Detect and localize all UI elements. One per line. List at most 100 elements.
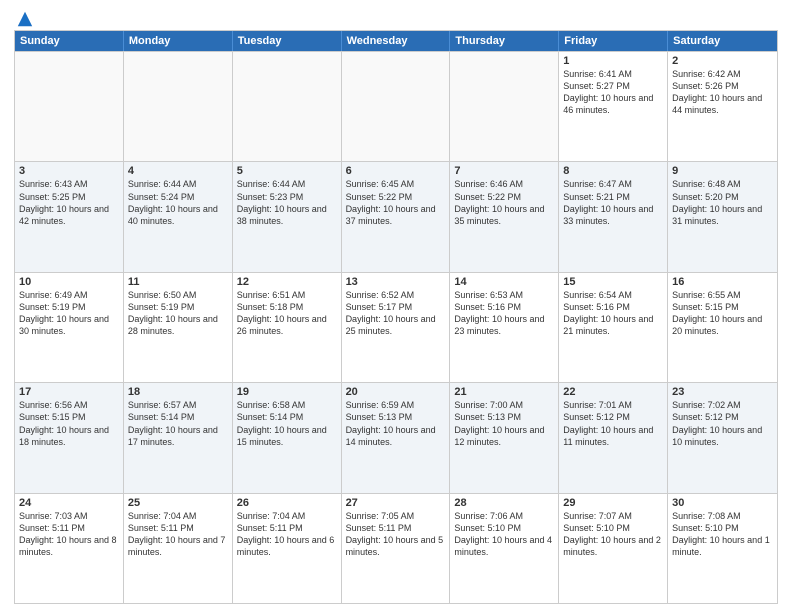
header-cell-thursday: Thursday bbox=[450, 31, 559, 51]
page: SundayMondayTuesdayWednesdayThursdayFrid… bbox=[0, 0, 792, 612]
day-number: 19 bbox=[237, 386, 337, 398]
day-number: 27 bbox=[346, 497, 446, 509]
calendar-cell: 17Sunrise: 6:56 AM Sunset: 5:15 PM Dayli… bbox=[15, 383, 124, 492]
calendar-row-2: 10Sunrise: 6:49 AM Sunset: 5:19 PM Dayli… bbox=[15, 272, 777, 382]
day-number: 6 bbox=[346, 165, 446, 177]
day-number: 5 bbox=[237, 165, 337, 177]
day-info: Sunrise: 6:57 AM Sunset: 5:14 PM Dayligh… bbox=[128, 399, 228, 448]
day-info: Sunrise: 6:58 AM Sunset: 5:14 PM Dayligh… bbox=[237, 399, 337, 448]
header bbox=[14, 10, 778, 24]
day-number: 12 bbox=[237, 276, 337, 288]
calendar-cell bbox=[342, 52, 451, 161]
calendar-cell: 7Sunrise: 6:46 AM Sunset: 5:22 PM Daylig… bbox=[450, 162, 559, 271]
day-number: 26 bbox=[237, 497, 337, 509]
day-info: Sunrise: 6:55 AM Sunset: 5:15 PM Dayligh… bbox=[672, 289, 773, 338]
header-cell-tuesday: Tuesday bbox=[233, 31, 342, 51]
calendar-cell: 30Sunrise: 7:08 AM Sunset: 5:10 PM Dayli… bbox=[668, 494, 777, 603]
day-info: Sunrise: 6:49 AM Sunset: 5:19 PM Dayligh… bbox=[19, 289, 119, 338]
logo bbox=[14, 10, 34, 24]
day-info: Sunrise: 6:41 AM Sunset: 5:27 PM Dayligh… bbox=[563, 68, 663, 117]
header-cell-monday: Monday bbox=[124, 31, 233, 51]
header-cell-wednesday: Wednesday bbox=[342, 31, 451, 51]
day-info: Sunrise: 7:01 AM Sunset: 5:12 PM Dayligh… bbox=[563, 399, 663, 448]
day-info: Sunrise: 7:02 AM Sunset: 5:12 PM Dayligh… bbox=[672, 399, 773, 448]
calendar-cell: 14Sunrise: 6:53 AM Sunset: 5:16 PM Dayli… bbox=[450, 273, 559, 382]
day-number: 3 bbox=[19, 165, 119, 177]
calendar: SundayMondayTuesdayWednesdayThursdayFrid… bbox=[14, 30, 778, 604]
day-info: Sunrise: 7:08 AM Sunset: 5:10 PM Dayligh… bbox=[672, 510, 773, 559]
day-number: 23 bbox=[672, 386, 773, 398]
day-info: Sunrise: 7:05 AM Sunset: 5:11 PM Dayligh… bbox=[346, 510, 446, 559]
calendar-row-0: 1Sunrise: 6:41 AM Sunset: 5:27 PM Daylig… bbox=[15, 51, 777, 161]
day-info: Sunrise: 6:54 AM Sunset: 5:16 PM Dayligh… bbox=[563, 289, 663, 338]
day-number: 9 bbox=[672, 165, 773, 177]
calendar-cell: 11Sunrise: 6:50 AM Sunset: 5:19 PM Dayli… bbox=[124, 273, 233, 382]
calendar-cell: 16Sunrise: 6:55 AM Sunset: 5:15 PM Dayli… bbox=[668, 273, 777, 382]
day-number: 17 bbox=[19, 386, 119, 398]
day-number: 21 bbox=[454, 386, 554, 398]
calendar-cell: 22Sunrise: 7:01 AM Sunset: 5:12 PM Dayli… bbox=[559, 383, 668, 492]
day-info: Sunrise: 6:53 AM Sunset: 5:16 PM Dayligh… bbox=[454, 289, 554, 338]
calendar-cell: 28Sunrise: 7:06 AM Sunset: 5:10 PM Dayli… bbox=[450, 494, 559, 603]
calendar-row-1: 3Sunrise: 6:43 AM Sunset: 5:25 PM Daylig… bbox=[15, 161, 777, 271]
calendar-cell: 10Sunrise: 6:49 AM Sunset: 5:19 PM Dayli… bbox=[15, 273, 124, 382]
calendar-cell: 12Sunrise: 6:51 AM Sunset: 5:18 PM Dayli… bbox=[233, 273, 342, 382]
day-info: Sunrise: 6:47 AM Sunset: 5:21 PM Dayligh… bbox=[563, 178, 663, 227]
day-number: 14 bbox=[454, 276, 554, 288]
day-number: 22 bbox=[563, 386, 663, 398]
day-info: Sunrise: 6:42 AM Sunset: 5:26 PM Dayligh… bbox=[672, 68, 773, 117]
day-number: 25 bbox=[128, 497, 228, 509]
header-cell-saturday: Saturday bbox=[668, 31, 777, 51]
calendar-body: 1Sunrise: 6:41 AM Sunset: 5:27 PM Daylig… bbox=[15, 51, 777, 603]
day-number: 4 bbox=[128, 165, 228, 177]
day-number: 20 bbox=[346, 386, 446, 398]
calendar-cell bbox=[15, 52, 124, 161]
day-info: Sunrise: 6:51 AM Sunset: 5:18 PM Dayligh… bbox=[237, 289, 337, 338]
day-number: 24 bbox=[19, 497, 119, 509]
day-info: Sunrise: 6:44 AM Sunset: 5:23 PM Dayligh… bbox=[237, 178, 337, 227]
calendar-cell: 18Sunrise: 6:57 AM Sunset: 5:14 PM Dayli… bbox=[124, 383, 233, 492]
calendar-cell bbox=[233, 52, 342, 161]
day-info: Sunrise: 6:56 AM Sunset: 5:15 PM Dayligh… bbox=[19, 399, 119, 448]
calendar-cell: 3Sunrise: 6:43 AM Sunset: 5:25 PM Daylig… bbox=[15, 162, 124, 271]
day-info: Sunrise: 6:48 AM Sunset: 5:20 PM Dayligh… bbox=[672, 178, 773, 227]
day-info: Sunrise: 7:00 AM Sunset: 5:13 PM Dayligh… bbox=[454, 399, 554, 448]
calendar-cell: 21Sunrise: 7:00 AM Sunset: 5:13 PM Dayli… bbox=[450, 383, 559, 492]
day-info: Sunrise: 7:07 AM Sunset: 5:10 PM Dayligh… bbox=[563, 510, 663, 559]
calendar-cell bbox=[450, 52, 559, 161]
calendar-header: SundayMondayTuesdayWednesdayThursdayFrid… bbox=[15, 31, 777, 51]
day-info: Sunrise: 6:43 AM Sunset: 5:25 PM Dayligh… bbox=[19, 178, 119, 227]
day-info: Sunrise: 6:44 AM Sunset: 5:24 PM Dayligh… bbox=[128, 178, 228, 227]
day-info: Sunrise: 7:06 AM Sunset: 5:10 PM Dayligh… bbox=[454, 510, 554, 559]
day-number: 15 bbox=[563, 276, 663, 288]
calendar-row-3: 17Sunrise: 6:56 AM Sunset: 5:15 PM Dayli… bbox=[15, 382, 777, 492]
day-number: 18 bbox=[128, 386, 228, 398]
day-info: Sunrise: 7:04 AM Sunset: 5:11 PM Dayligh… bbox=[128, 510, 228, 559]
calendar-cell: 26Sunrise: 7:04 AM Sunset: 5:11 PM Dayli… bbox=[233, 494, 342, 603]
day-number: 11 bbox=[128, 276, 228, 288]
header-cell-sunday: Sunday bbox=[15, 31, 124, 51]
calendar-cell: 4Sunrise: 6:44 AM Sunset: 5:24 PM Daylig… bbox=[124, 162, 233, 271]
day-number: 10 bbox=[19, 276, 119, 288]
calendar-cell: 27Sunrise: 7:05 AM Sunset: 5:11 PM Dayli… bbox=[342, 494, 451, 603]
calendar-cell: 2Sunrise: 6:42 AM Sunset: 5:26 PM Daylig… bbox=[668, 52, 777, 161]
calendar-cell: 23Sunrise: 7:02 AM Sunset: 5:12 PM Dayli… bbox=[668, 383, 777, 492]
calendar-cell bbox=[124, 52, 233, 161]
calendar-cell: 25Sunrise: 7:04 AM Sunset: 5:11 PM Dayli… bbox=[124, 494, 233, 603]
day-info: Sunrise: 6:45 AM Sunset: 5:22 PM Dayligh… bbox=[346, 178, 446, 227]
day-info: Sunrise: 7:03 AM Sunset: 5:11 PM Dayligh… bbox=[19, 510, 119, 559]
day-number: 2 bbox=[672, 55, 773, 67]
day-number: 8 bbox=[563, 165, 663, 177]
calendar-cell: 6Sunrise: 6:45 AM Sunset: 5:22 PM Daylig… bbox=[342, 162, 451, 271]
header-cell-friday: Friday bbox=[559, 31, 668, 51]
day-number: 30 bbox=[672, 497, 773, 509]
day-number: 29 bbox=[563, 497, 663, 509]
calendar-cell: 29Sunrise: 7:07 AM Sunset: 5:10 PM Dayli… bbox=[559, 494, 668, 603]
day-number: 13 bbox=[346, 276, 446, 288]
logo-icon bbox=[16, 10, 34, 28]
day-number: 7 bbox=[454, 165, 554, 177]
calendar-cell: 20Sunrise: 6:59 AM Sunset: 5:13 PM Dayli… bbox=[342, 383, 451, 492]
calendar-cell: 19Sunrise: 6:58 AM Sunset: 5:14 PM Dayli… bbox=[233, 383, 342, 492]
day-number: 1 bbox=[563, 55, 663, 67]
calendar-cell: 15Sunrise: 6:54 AM Sunset: 5:16 PM Dayli… bbox=[559, 273, 668, 382]
